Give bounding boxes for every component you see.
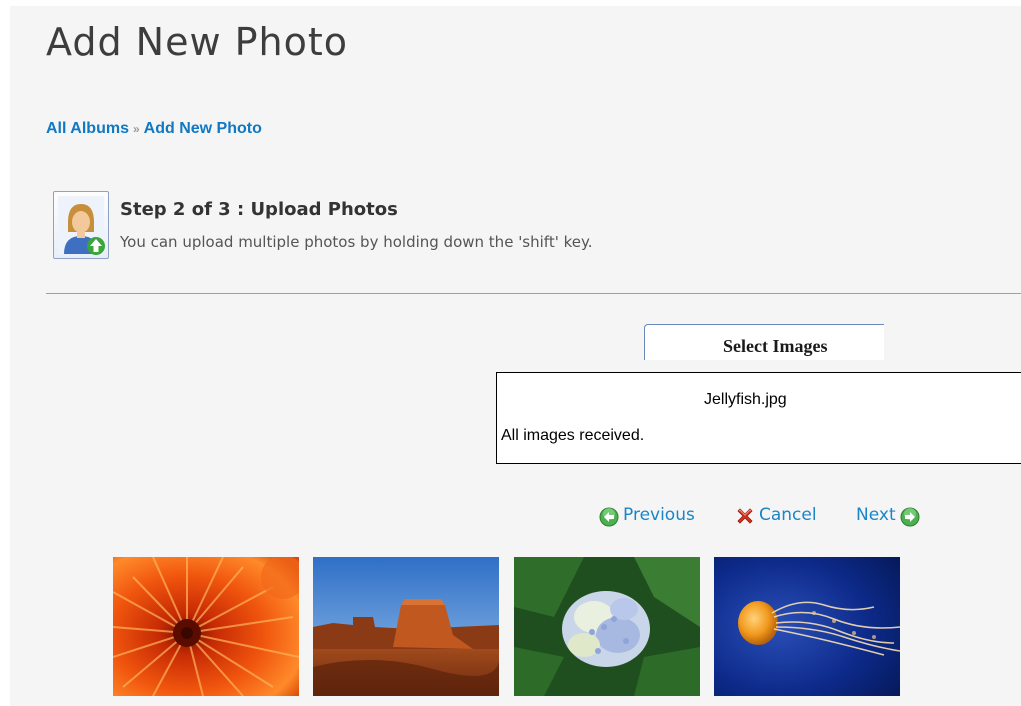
page-container: Add New Photo All Albums» Add New Photo S… xyxy=(10,6,1021,706)
hydrangea-photo xyxy=(514,557,700,696)
step-description: You can upload multiple photos by holdin… xyxy=(120,233,593,251)
desert-butte-photo xyxy=(313,557,499,696)
select-images-button[interactable]: Select Images xyxy=(644,324,884,360)
cancel-button[interactable]: Cancel xyxy=(735,503,817,526)
next-label: Next xyxy=(856,505,896,525)
orange-flower-photo xyxy=(113,557,299,696)
select-images-label: Select Images xyxy=(723,336,828,356)
page-title: Add New Photo xyxy=(46,20,349,64)
user-upload-icon xyxy=(53,191,109,259)
thumbnail-hydrangeas[interactable] xyxy=(514,557,700,696)
arrow-left-circle-icon xyxy=(599,507,619,527)
red-x-icon xyxy=(735,506,755,526)
arrow-right-circle-icon xyxy=(900,507,920,527)
thumbnail-jellyfish[interactable] xyxy=(714,557,900,696)
breadcrumb-all-albums-link[interactable]: All Albums xyxy=(46,120,129,137)
section-divider xyxy=(46,293,1021,294)
step-title: Step 2 of 3 : Upload Photos xyxy=(120,199,398,220)
next-button[interactable]: Next xyxy=(856,503,920,527)
jellyfish-photo xyxy=(714,557,900,696)
upload-filename: Jellyfish.jpg xyxy=(704,391,787,408)
thumbnail-desert[interactable] xyxy=(313,557,499,696)
breadcrumb-add-new-photo-link[interactable]: Add New Photo xyxy=(144,120,262,137)
thumbnail-chrysanthemum[interactable] xyxy=(113,557,299,696)
cancel-label: Cancel xyxy=(759,504,817,525)
upload-status-panel: Jellyfish.jpg All images received. xyxy=(496,372,1021,464)
breadcrumb-separator: » xyxy=(132,122,140,136)
upload-status-text: All images received. xyxy=(501,427,645,444)
breadcrumb: All Albums» Add New Photo xyxy=(46,120,262,138)
previous-button[interactable]: Previous xyxy=(599,503,695,527)
previous-label: Previous xyxy=(623,505,695,525)
